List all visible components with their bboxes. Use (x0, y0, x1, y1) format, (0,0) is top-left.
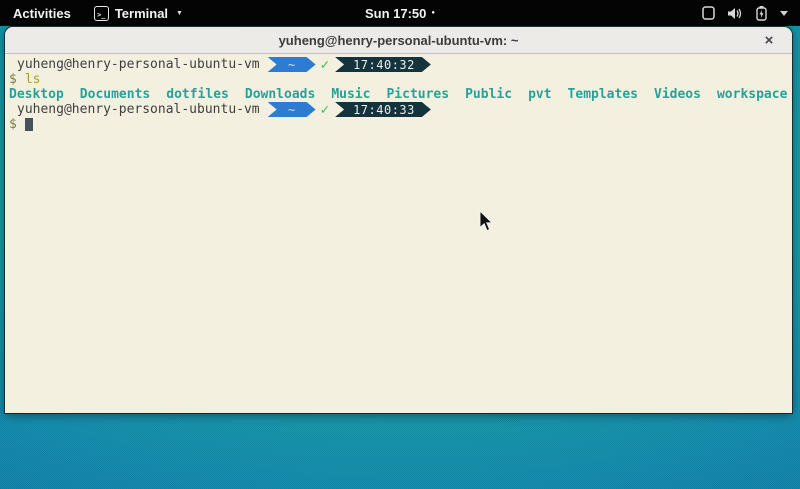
dir-entry: dotfiles (166, 87, 229, 102)
dir-entry: Downloads (245, 87, 315, 102)
dir-entry: Desktop (9, 87, 64, 102)
terminal-icon: >_ (94, 6, 109, 21)
battery-charging-icon (756, 6, 767, 21)
prompt-user-host: yuheng@henry-personal-ubuntu-vm (17, 102, 260, 117)
prompt-path: ~ (288, 103, 295, 117)
typed-command: ls (25, 72, 41, 87)
close-button[interactable]: × (758, 27, 780, 54)
window-titlebar[interactable]: yuheng@henry-personal-ubuntu-vm: ~ × (5, 27, 792, 54)
dir-entry: pvt (528, 87, 551, 102)
command-line: $ ls (9, 72, 788, 87)
dir-entry: Public (465, 87, 512, 102)
system-status-menu[interactable] (696, 0, 794, 26)
clock-button[interactable]: Sun 17:50 ● (365, 6, 435, 21)
dir-entry: Documents (80, 87, 150, 102)
app-menu-terminal[interactable]: >_ Terminal ▼ (84, 0, 193, 26)
prompt-timestamp: 17:40:33 (353, 103, 415, 117)
listing-line: Desktop Documents dotfiles Downloads Music Pi… (9, 87, 788, 102)
prompt-path-segment: ~ (268, 57, 316, 72)
check-icon: ✓ (321, 102, 329, 118)
notification-dot-icon: ● (431, 10, 435, 16)
prompt-symbol: $ (9, 117, 17, 132)
terminal-window: yuheng@henry-personal-ubuntu-vm: ~ × yuh… (5, 27, 792, 413)
dir-entry: Videos (654, 87, 701, 102)
chevron-down-icon (780, 11, 788, 16)
prompt-path-segment: ~ (268, 102, 316, 117)
terminal-content[interactable]: yuheng@henry-personal-ubuntu-vm ~ ✓ 17:4… (5, 54, 792, 413)
dir-entry: Pictures (386, 87, 449, 102)
prompt-time-segment: 17:40:32 (335, 57, 431, 72)
prompt-user-host: yuheng@henry-personal-ubuntu-vm (17, 57, 260, 72)
prompt-timestamp: 17:40:32 (353, 58, 415, 72)
activities-button[interactable]: Activities (0, 0, 84, 26)
command-line-current: $ (9, 117, 788, 132)
window-title: yuheng@henry-personal-ubuntu-vm: ~ (279, 33, 519, 48)
text-cursor (25, 118, 33, 131)
prompt-line: yuheng@henry-personal-ubuntu-vm ~ ✓ 17:4… (9, 57, 788, 72)
clock-label: Sun 17:50 (365, 6, 426, 21)
check-icon: ✓ (321, 57, 329, 73)
top-bar: Activities >_ Terminal ▼ Sun 17:50 ● (0, 0, 800, 26)
app-menu-label: Terminal (115, 6, 168, 21)
dir-entry: Music (331, 87, 370, 102)
screen-icon (702, 6, 715, 20)
prompt-symbol: $ (9, 72, 17, 87)
chevron-down-icon: ▼ (176, 10, 183, 17)
dir-entry: Templates (568, 87, 638, 102)
prompt-line: yuheng@henry-personal-ubuntu-vm ~ ✓ 17:4… (9, 102, 788, 117)
volume-icon (728, 7, 743, 20)
dir-entry: workspace (717, 87, 787, 102)
prompt-time-segment: 17:40:33 (335, 102, 431, 117)
prompt-path: ~ (288, 58, 295, 72)
